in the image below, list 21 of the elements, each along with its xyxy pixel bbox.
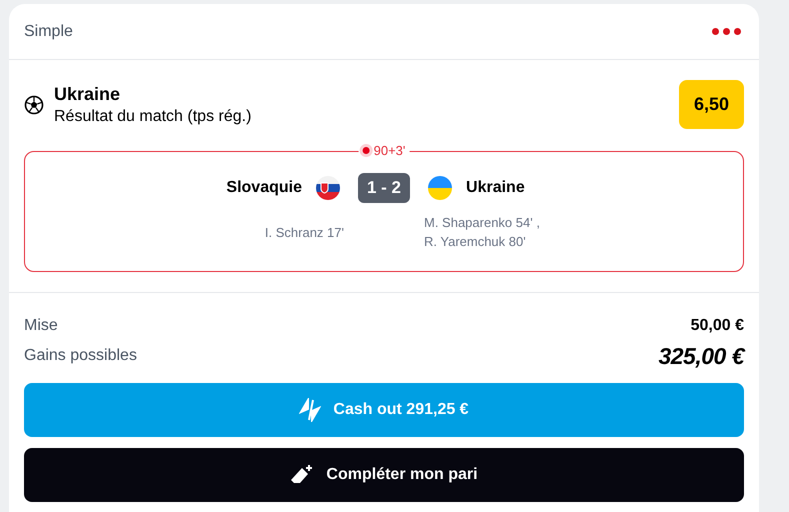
summary-label: Gains possibles bbox=[24, 347, 137, 365]
team-name: Ukraine bbox=[466, 179, 525, 197]
scorer-text: R. Yaremchuk 80' bbox=[424, 234, 526, 249]
selection-name: Ukraine bbox=[54, 84, 122, 104]
flag-icon bbox=[316, 176, 340, 200]
odds-button[interactable]: 6,50 bbox=[679, 80, 744, 129]
summary-value: 325,00 € bbox=[658, 342, 744, 370]
cash-out-icon bbox=[299, 398, 322, 422]
flag-icon bbox=[428, 176, 452, 200]
market-name: Résultat du match (tps rég.) bbox=[54, 108, 252, 126]
summary-label: Mise bbox=[24, 317, 58, 335]
team-name: Slovaquie bbox=[226, 179, 302, 197]
scorer-text: M. Shaparenko 54' , bbox=[424, 215, 540, 230]
bet-type-title: Simple bbox=[24, 22, 73, 40]
match-score: 1 - 2 bbox=[358, 173, 410, 203]
scorer-text: I. Schranz 17' bbox=[264, 224, 344, 240]
eraser-plus-icon bbox=[290, 464, 314, 486]
match-minute: 90+3' bbox=[374, 143, 406, 158]
summary-value: 50,00 € bbox=[690, 317, 744, 335]
soccer-ball-icon bbox=[24, 94, 44, 114]
complete-bet-button[interactable]: Compléter mon pari bbox=[24, 448, 744, 502]
